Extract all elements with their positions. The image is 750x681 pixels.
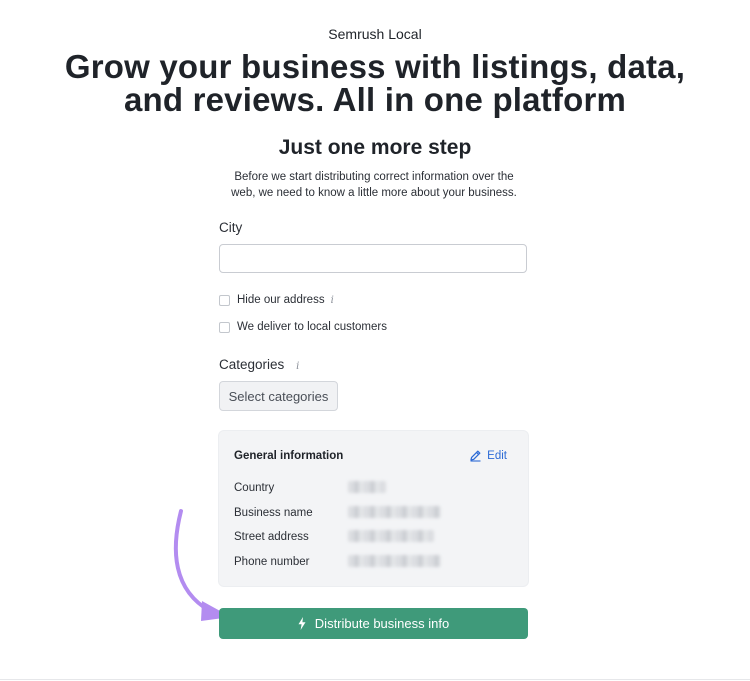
curved-arrow-annotation bbox=[173, 509, 231, 621]
distribute-label: Distribute business info bbox=[314, 616, 450, 631]
city-input[interactable] bbox=[219, 244, 527, 273]
categories-label: Categories bbox=[219, 357, 285, 372]
edit-label: Edit bbox=[487, 449, 507, 462]
card-title: General information bbox=[234, 450, 344, 462]
select-categories-button[interactable]: Select categories bbox=[219, 381, 338, 411]
country-label: Country bbox=[234, 482, 275, 494]
step-title: Just one more step bbox=[278, 136, 472, 159]
city-label: City bbox=[219, 220, 243, 235]
deliver-checkbox[interactable] bbox=[219, 321, 230, 333]
pencil-icon bbox=[470, 450, 481, 462]
headline-line-2: and reviews. All in one platform bbox=[123, 81, 627, 118]
hide-address-row[interactable]: Hide our address i bbox=[219, 294, 334, 306]
page-headline: Grow your business with listings, data, … bbox=[0, 50, 750, 116]
edit-button[interactable]: Edit bbox=[469, 449, 507, 462]
street-address-value-redacted bbox=[348, 530, 434, 542]
deliver-label: We deliver to local customers bbox=[237, 321, 387, 333]
business-name-label: Business name bbox=[234, 507, 313, 519]
country-value-redacted bbox=[348, 481, 386, 493]
intro-line-2: web, we need to know a little more about… bbox=[231, 186, 517, 199]
hide-address-label: Hide our address bbox=[237, 294, 325, 306]
street-address-label: Street address bbox=[234, 531, 309, 543]
lightning-bolt-icon bbox=[298, 617, 306, 630]
categories-label-row: Categories i bbox=[219, 357, 299, 372]
intro-line-1: Before we start distributing correct inf… bbox=[234, 171, 514, 183]
bottom-divider bbox=[0, 679, 750, 680]
step-intro: Before we start distributing correct inf… bbox=[220, 170, 528, 201]
phone-number-label: Phone number bbox=[234, 556, 310, 568]
product-name: Semrush Local bbox=[328, 26, 422, 42]
info-icon[interactable]: i bbox=[331, 295, 334, 306]
distribute-business-info-button[interactable]: Distribute business info bbox=[219, 608, 528, 639]
hide-address-checkbox[interactable] bbox=[219, 294, 230, 306]
general-information-card: General information Edit Country Busines… bbox=[219, 431, 528, 586]
deliver-row[interactable]: We deliver to local customers bbox=[219, 321, 387, 333]
headline-line-1: Grow your business with listings, data, bbox=[64, 48, 686, 85]
business-name-value-redacted bbox=[348, 506, 441, 518]
info-icon[interactable]: i bbox=[296, 361, 299, 372]
phone-number-value-redacted bbox=[348, 555, 441, 567]
